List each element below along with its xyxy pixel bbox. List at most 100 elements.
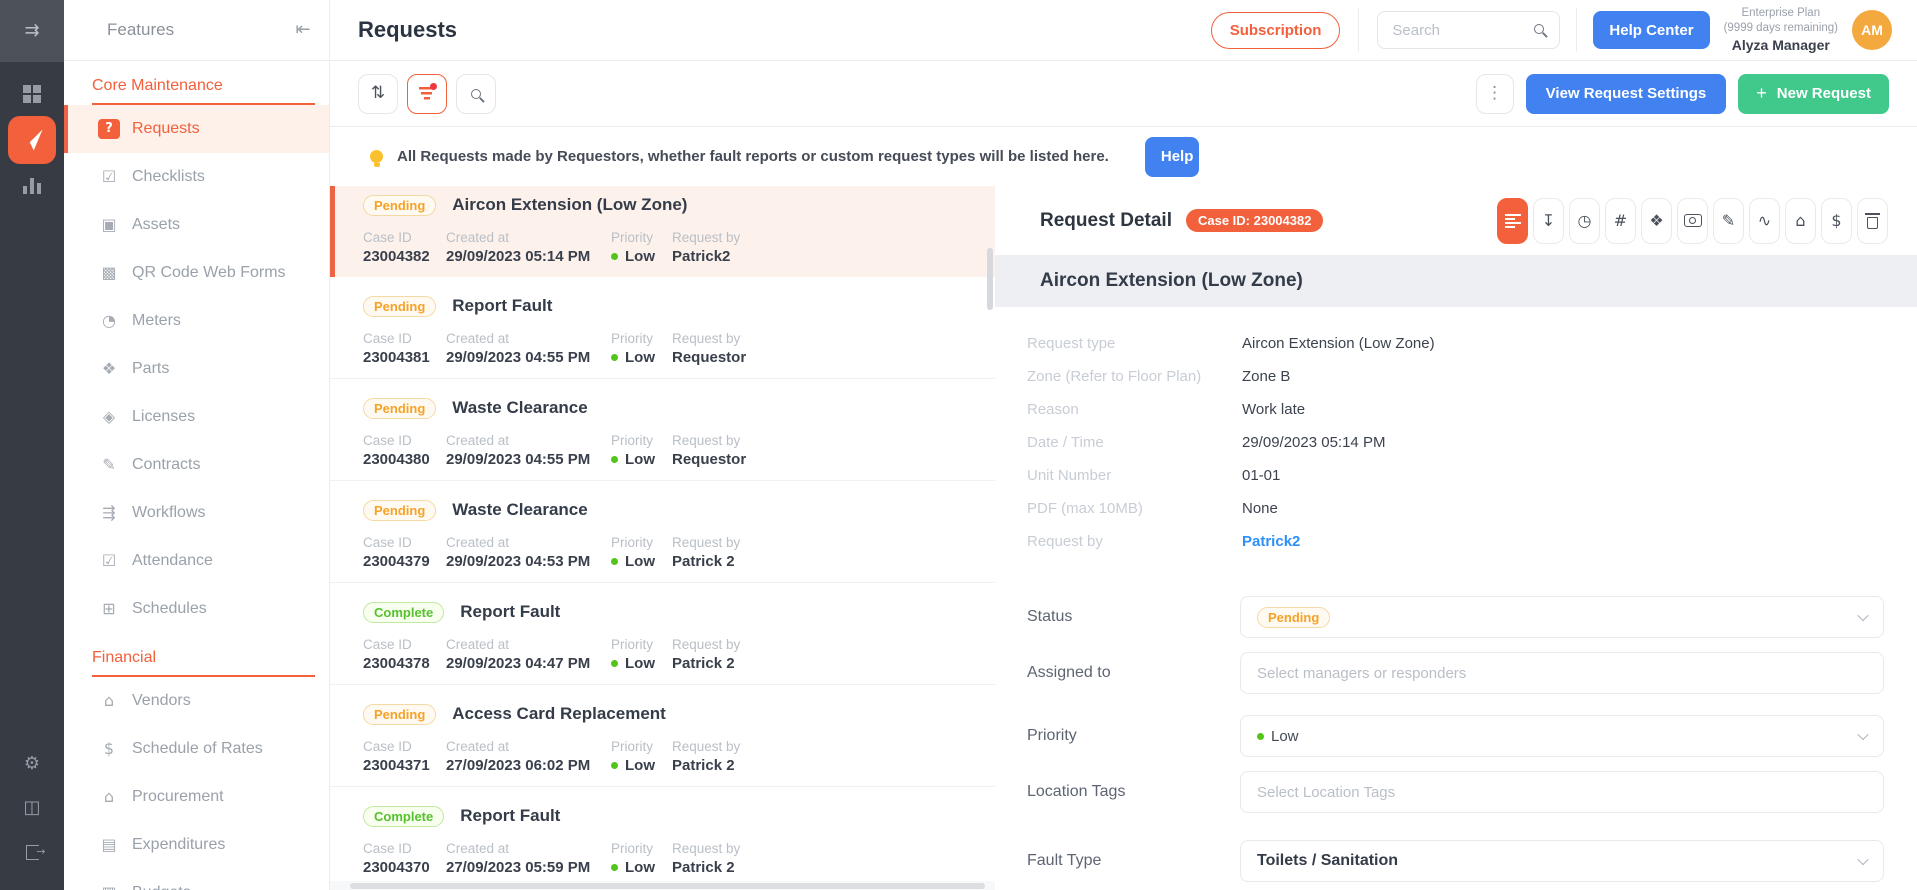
assigned-to-input[interactable] bbox=[1257, 665, 1867, 682]
procurement-icon: ⌂ bbox=[98, 789, 120, 805]
priority-label: Priority bbox=[611, 331, 672, 346]
tags-button[interactable]: # bbox=[1605, 198, 1636, 244]
vendor-button[interactable]: ⌂ bbox=[1785, 198, 1816, 244]
request-name: Aircon Extension (Low Zone) bbox=[1040, 270, 1303, 292]
sidebar-item-assets[interactable]: ▣Assets bbox=[64, 201, 329, 249]
plus-icon: + bbox=[1756, 83, 1767, 104]
cube-icon: ◫ bbox=[23, 799, 40, 817]
request-card[interactable]: Pending Access Card Replacement Case ID … bbox=[330, 685, 995, 787]
photos-button[interactable] bbox=[1677, 198, 1708, 244]
list-toolbar: ⇅ ⋮ View Request Settings + New Request bbox=[330, 61, 1917, 127]
filter-button[interactable] bbox=[407, 74, 447, 114]
request-by-link[interactable]: Patrick2 bbox=[1242, 533, 1300, 550]
signature-button[interactable]: ∿ bbox=[1749, 198, 1780, 244]
request-detail-panel: Request Detail Case ID: 23004382 ↧◷#❖✎∿⌂… bbox=[995, 186, 1917, 890]
sidebar-item-schedules[interactable]: ⊞Schedules bbox=[64, 585, 329, 633]
sidebar-item-label: Expenditures bbox=[132, 836, 225, 854]
sidebar-item-label: Assets bbox=[132, 216, 180, 234]
form-label: Location Tags bbox=[1027, 783, 1240, 801]
sidebar-item-label: Requests bbox=[132, 120, 200, 138]
field-label: Date / Time bbox=[1027, 434, 1242, 451]
sidebar-item-parts[interactable]: ❖Parts bbox=[64, 345, 329, 393]
status-badge: Pending bbox=[363, 398, 436, 419]
view-request-settings-button[interactable]: View Request Settings bbox=[1526, 74, 1727, 114]
field-row-pdf-max-10mb: PDF (max 10MB)None bbox=[1027, 492, 1917, 525]
edit-button[interactable]: ✎ bbox=[1713, 198, 1744, 244]
horizontal-scrollbar-thumb[interactable] bbox=[350, 883, 985, 889]
parts-button[interactable]: ❖ bbox=[1641, 198, 1672, 244]
new-request-button[interactable]: + New Request bbox=[1738, 74, 1889, 114]
created-at-value: 29/09/2023 04:53 PM bbox=[446, 553, 611, 570]
sidebar-item-workflows[interactable]: ⇶Workflows bbox=[64, 489, 329, 537]
more-options-button[interactable]: ⋮ bbox=[1476, 74, 1514, 114]
created-at-label: Created at bbox=[446, 331, 611, 346]
sidebar-item-label: Parts bbox=[132, 360, 169, 378]
delete-button[interactable] bbox=[1857, 198, 1888, 244]
sidebar-item-licenses[interactable]: ◈Licenses bbox=[64, 393, 329, 441]
request-card[interactable]: Complete Report Fault Case ID Created at… bbox=[330, 583, 995, 685]
sidebar-item-vendors[interactable]: ⌂Vendors bbox=[64, 677, 329, 725]
priority-dot-icon bbox=[1257, 733, 1264, 740]
budgets-icon: ▦ bbox=[98, 885, 120, 890]
sidebar-header: Features ⇤ bbox=[64, 0, 329, 61]
search-list-button[interactable] bbox=[456, 74, 496, 114]
rail-toggle-icon[interactable]: ⇉ bbox=[0, 0, 64, 62]
subscription-button[interactable]: Subscription bbox=[1211, 12, 1341, 49]
created-at-value: 29/09/2023 04:55 PM bbox=[446, 349, 611, 366]
sidebar-item-contracts[interactable]: ✎Contracts bbox=[64, 441, 329, 489]
costs-button[interactable]: $ bbox=[1821, 198, 1852, 244]
collapse-sidebar-icon[interactable]: ⇤ bbox=[289, 21, 317, 39]
request-card[interactable]: Pending Report Fault Case ID Created at … bbox=[330, 277, 995, 379]
settings-button[interactable]: ⚙ bbox=[20, 752, 44, 776]
field-status[interactable]: Pending bbox=[1240, 596, 1884, 638]
logout-button[interactable] bbox=[20, 840, 44, 864]
status-badge: Pending bbox=[1257, 607, 1330, 628]
sidebar-item-budgets[interactable]: ▦ Budgets bbox=[64, 869, 329, 890]
sidebar-item-expenditures[interactable]: ▤Expenditures bbox=[64, 821, 329, 869]
features-button[interactable] bbox=[8, 116, 56, 164]
sidebar-item-attendance[interactable]: ☑Attendance bbox=[64, 537, 329, 585]
request-by-label: Request by bbox=[672, 739, 995, 754]
banner-help-button[interactable]: Help bbox=[1145, 137, 1199, 177]
vertical-scrollbar-thumb[interactable] bbox=[987, 248, 993, 310]
request-card[interactable]: Pending Aircon Extension (Low Zone) Case… bbox=[330, 186, 995, 277]
request-by-label: Request by bbox=[672, 841, 995, 856]
sidebar-title: Features bbox=[107, 20, 174, 40]
created-at-value: 27/09/2023 05:59 PM bbox=[446, 859, 611, 876]
form-value: Toilets / Sanitation bbox=[1257, 852, 1398, 870]
sidebar-item-procurement[interactable]: ⌂Procurement bbox=[64, 773, 329, 821]
priority-dot-icon bbox=[611, 354, 618, 361]
integrations-button[interactable]: ◫ bbox=[20, 796, 44, 820]
plan-info: Enterprise Plan (9999 days remaining) Al… bbox=[1724, 6, 1838, 54]
request-card[interactable]: Pending Waste Clearance Case ID Created … bbox=[330, 379, 995, 481]
field-location-tags[interactable] bbox=[1240, 771, 1884, 813]
sidebar-item-meters[interactable]: ◔Meters bbox=[64, 297, 329, 345]
dashboard-button[interactable] bbox=[20, 82, 44, 106]
history-button[interactable]: ◷ bbox=[1569, 198, 1600, 244]
created-at-label: Created at bbox=[446, 637, 611, 652]
sidebar-item-label: Budgets bbox=[132, 884, 191, 890]
field-fault-type[interactable]: Toilets / Sanitation bbox=[1240, 840, 1884, 882]
request-card[interactable]: Pending Waste Clearance Case ID Created … bbox=[330, 481, 995, 583]
sidebar-item-label: Checklists bbox=[132, 168, 205, 186]
notes-button[interactable] bbox=[1497, 198, 1528, 244]
field-priority[interactable]: Low bbox=[1240, 715, 1884, 757]
sidebar-item-label: Meters bbox=[132, 312, 181, 330]
status-badge: Pending bbox=[363, 296, 436, 317]
banner-text: All Requests made by Requestors, whether… bbox=[397, 148, 1109, 165]
avatar[interactable]: AM bbox=[1852, 10, 1892, 50]
field-assigned-to[interactable] bbox=[1240, 652, 1884, 694]
sort-button[interactable]: ⇅ bbox=[358, 74, 398, 114]
reports-button[interactable] bbox=[20, 174, 44, 198]
help-center-button[interactable]: Help Center bbox=[1593, 11, 1709, 49]
priority-dot-icon bbox=[611, 864, 618, 871]
sidebar-item-requests[interactable]: Requests bbox=[64, 105, 329, 153]
filter-icon bbox=[419, 87, 435, 100]
location-tags-input[interactable] bbox=[1257, 784, 1867, 801]
sidebar-item-qr-code-web-forms[interactable]: ▩QR Code Web Forms bbox=[64, 249, 329, 297]
sidebar-item-schedule-of-rates[interactable]: $Schedule of Rates bbox=[64, 725, 329, 773]
download-button[interactable]: ↧ bbox=[1533, 198, 1564, 244]
sidebar-item-checklists[interactable]: ☑Checklists bbox=[64, 153, 329, 201]
search-input[interactable] bbox=[1377, 11, 1560, 49]
request-card[interactable]: Complete Report Fault Case ID Created at… bbox=[330, 787, 995, 889]
